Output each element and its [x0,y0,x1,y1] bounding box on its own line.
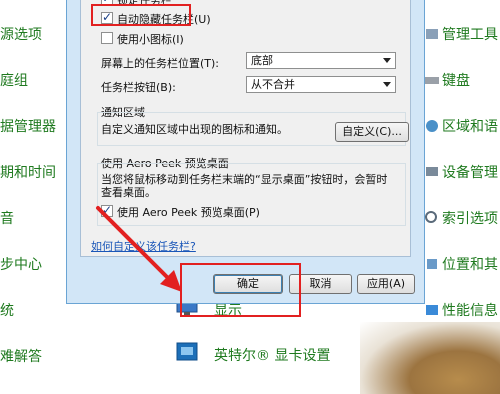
chevron-down-icon [383,82,391,87]
control-panel-left-column: 源选项 庭组 据管理器 期和时间 音 步中心 统 难解答 [0,0,70,394]
taskbar-tab-panel: 锁定任务栏 自动隐藏任务栏(U) 使用小图标(I) 屏幕上的任务栏位置(T): … [80,0,411,257]
device-manager-icon [426,167,438,176]
aero-peek-label: 使用 Aero Peek 预览桌面(P) [117,206,260,219]
cp-item-keyboard[interactable]: 键盘 [442,70,470,90]
customize-button[interactable]: 自定义(C)... [335,122,409,142]
cp-item-performance[interactable]: 性能信息 [442,300,498,320]
cp-item-power-options[interactable]: 源选项 [0,24,42,44]
small-icons-checkbox[interactable] [101,32,113,44]
taskbar-location-label: 屏幕上的任务栏位置(T): [101,57,220,70]
customize-taskbar-help-link[interactable]: 如何自定义该任务栏? [91,238,196,254]
cp-item-credential-manager[interactable]: 据管理器 [0,116,56,136]
region-icon [426,120,438,132]
cp-item-date-time[interactable]: 期和时间 [0,162,56,182]
cp-item-sync-center[interactable]: 步中心 [0,254,42,274]
cp-item-troubleshooting[interactable]: 难解答 [0,346,42,366]
cp-item-region-language[interactable]: 区域和语 [442,116,498,136]
taskbar-buttons-label: 任务栏按钮(B): [101,81,176,94]
taskbar-buttons-select[interactable]: 从不合并 [246,76,396,93]
cp-item-device-manager[interactable]: 设备管理 [442,162,498,182]
taskbar-location-value: 底部 [251,54,273,67]
keyboard-icon [425,77,439,84]
cp-item-homegroup[interactable]: 庭组 [0,70,28,90]
small-icons-label: 使用小图标(I) [117,33,184,46]
taskbar-properties-dialog: 锁定任务栏 自动隐藏任务栏(U) 使用小图标(I) 屏幕上的任务栏位置(T): … [66,0,425,304]
aero-peek-checkbox[interactable] [101,203,113,217]
performance-icon [426,305,438,315]
ok-highlight-box [180,263,301,317]
notification-area-description: 自定义通知区域中出现的图标和通知。 [101,123,288,136]
desktop-wallpaper-fragment [360,322,500,394]
taskbar-location-select[interactable]: 底部 [246,52,396,69]
admin-tools-icon [426,29,438,39]
intel-graphics-icon [176,342,198,361]
indexing-icon [425,211,437,223]
taskbar-buttons-value: 从不合并 [251,78,295,91]
cp-item-admin-tools[interactable]: 管理工具 [442,24,498,44]
apply-button[interactable]: 应用(A) [357,274,415,294]
cp-item-system[interactable]: 统 [0,300,14,320]
aero-peek-description-2: 查看桌面。 [101,186,156,199]
location-icon [427,259,437,269]
cp-item-location[interactable]: 位置和其 [442,254,498,274]
cp-item-intel-graphics[interactable]: 英特尔® 显卡设置 [214,345,330,365]
cp-item-sound[interactable]: 音 [0,208,14,228]
cp-item-indexing-options[interactable]: 索引选项 [442,208,498,228]
chevron-down-icon [383,58,391,63]
autohide-highlight-box [91,4,191,26]
